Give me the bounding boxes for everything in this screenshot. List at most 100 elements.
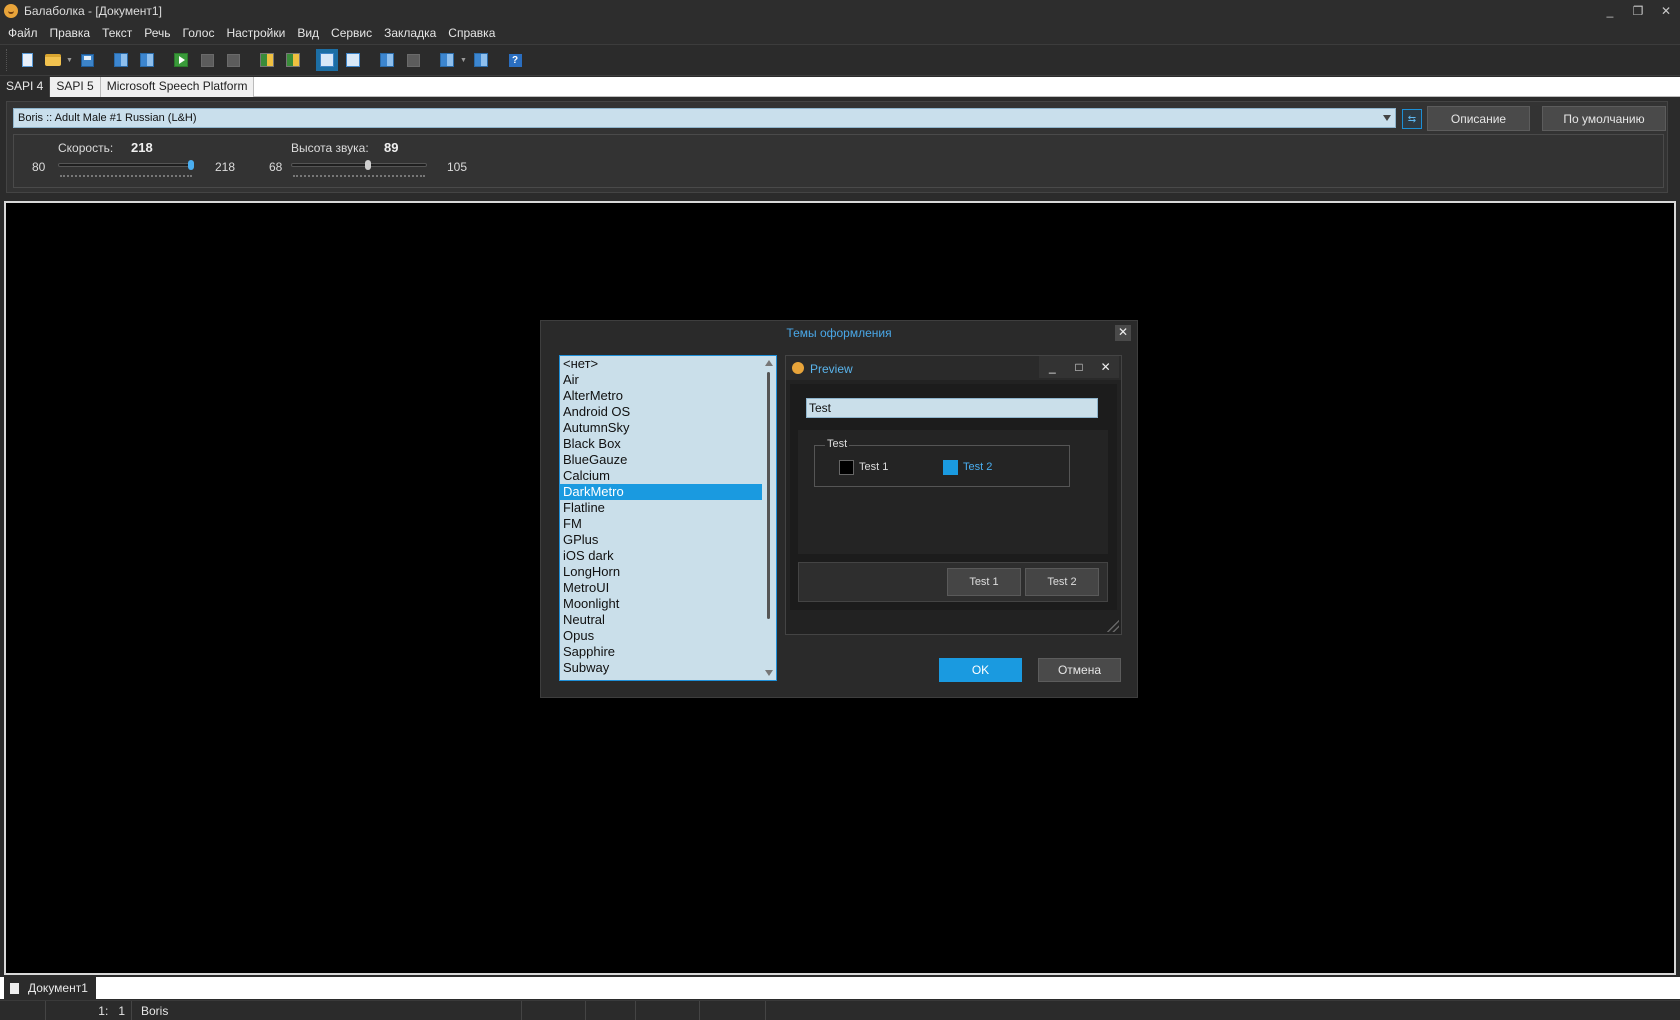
preview-close-icon[interactable]: ✕	[1092, 356, 1119, 378]
theme-list-item[interactable]: Black Box	[560, 436, 762, 452]
minimize-button[interactable]: _	[1596, 0, 1624, 22]
default-button[interactable]: По умолчанию	[1542, 106, 1666, 131]
preview-minimize-icon[interactable]: _	[1039, 356, 1066, 378]
pitch-max: 105	[447, 160, 468, 174]
new-doc-button[interactable]	[16, 49, 38, 71]
stop-button[interactable]	[222, 49, 244, 71]
toolbar-grip[interactable]	[6, 49, 10, 71]
status-cell-3	[636, 1001, 700, 1020]
play-button[interactable]	[170, 49, 192, 71]
theme-list-item[interactable]: FM	[560, 516, 762, 532]
pitch-min: 68	[269, 160, 283, 174]
theme-list[interactable]: <нет> Air AlterMetro Android OS AutumnSky Bla…	[559, 355, 777, 681]
theme-list-item[interactable]: iOS dark	[560, 548, 762, 564]
preview-window: Preview _ □ ✕ Test Test Test 1 Test 2 Te…	[785, 355, 1122, 635]
theme-list-scrollbar[interactable]	[762, 356, 776, 680]
pause-button[interactable]	[196, 49, 218, 71]
pitch-value: 89	[384, 140, 399, 155]
convert-button[interactable]	[402, 49, 424, 71]
menu-help[interactable]: Справка	[442, 22, 501, 44]
read-file-button[interactable]	[282, 49, 304, 71]
preview-button-1[interactable]: Test 1	[947, 568, 1021, 596]
save-audio-button[interactable]	[110, 49, 132, 71]
scroll-down-icon[interactable]	[765, 670, 773, 676]
theme-list-item[interactable]: Flatline	[560, 500, 762, 516]
theme-list-item[interactable]: DarkMetro	[560, 484, 762, 500]
preview-button-2[interactable]: Test 2	[1025, 568, 1099, 596]
pitch-ticks	[293, 175, 425, 177]
preview-maximize-icon[interactable]: □	[1066, 356, 1093, 378]
split-icon	[140, 53, 154, 67]
status-line: 1:	[98, 1004, 109, 1018]
preview-checkbox-1[interactable]	[839, 460, 854, 475]
theme-list-item[interactable]: Calcium	[560, 468, 762, 484]
tab-document1[interactable]: Документ1	[4, 977, 96, 999]
ok-button[interactable]: OK	[939, 658, 1022, 682]
speed-max: 218	[215, 160, 236, 174]
open-button[interactable]	[42, 49, 64, 71]
menu-settings[interactable]: Настройки	[220, 22, 291, 44]
tab-sapi4[interactable]: SAPI 4	[0, 77, 51, 97]
menu-speech[interactable]: Речь	[138, 22, 176, 44]
close-icon[interactable]: ✕	[1115, 325, 1131, 341]
theme-list-item[interactable]: Sapphire	[560, 644, 762, 660]
theme-list-item[interactable]: Air	[560, 372, 762, 388]
tab-sapi5[interactable]: SAPI 5	[50, 77, 101, 97]
describe-button[interactable]: Описание	[1427, 106, 1530, 131]
menu-view[interactable]: Вид	[291, 22, 325, 44]
cancel-button[interactable]: Отмена	[1038, 658, 1121, 682]
theme-list-item[interactable]: Android OS	[560, 404, 762, 420]
theme-list-item[interactable]: GPlus	[560, 532, 762, 548]
theme-list-item[interactable]: Neutral	[560, 612, 762, 628]
link-icon[interactable]: ⇆	[1402, 109, 1422, 129]
menu-edit[interactable]: Правка	[44, 22, 97, 44]
pitch-slider-thumb[interactable]	[365, 160, 372, 170]
restore-button[interactable]: ❐	[1624, 0, 1652, 22]
dictionary-dropdown-arrow[interactable]: ▼	[460, 57, 468, 64]
save-icon	[80, 53, 94, 67]
resize-grip-icon[interactable]	[1107, 620, 1119, 632]
theme-list-item[interactable]: AutumnSky	[560, 420, 762, 436]
theme-list-item[interactable]: LongHorn	[560, 564, 762, 580]
menu-voice[interactable]: Голос	[177, 22, 221, 44]
voice-select[interactable]: Boris :: Adult Male #1 Russian (L&H)	[13, 108, 1396, 128]
theme-list-item[interactable]: MetroUI	[560, 580, 762, 596]
save-button[interactable]	[76, 49, 98, 71]
preview-input[interactable]: Test	[806, 398, 1098, 418]
menu-file[interactable]: Файл	[2, 22, 44, 44]
close-window-button[interactable]: ✕	[1652, 0, 1680, 22]
window-controls: _ ❐ ✕	[1596, 0, 1680, 22]
theme-list-item[interactable]: AlterMetro	[560, 388, 762, 404]
menu-bookmark[interactable]: Закладка	[378, 22, 442, 44]
preview-title: Preview	[810, 362, 853, 376]
compare-button[interactable]	[376, 49, 398, 71]
split-button[interactable]	[136, 49, 158, 71]
menu-text[interactable]: Текст	[96, 22, 138, 44]
read-clipboard-button[interactable]	[256, 49, 278, 71]
speed-slider[interactable]	[58, 163, 194, 167]
book-icon	[474, 53, 488, 67]
open-dropdown-arrow[interactable]: ▼	[66, 57, 74, 64]
status-bar: 1: 1 Boris	[0, 1000, 1680, 1020]
open-folder-icon	[45, 54, 61, 66]
theme-list-item[interactable]: Moonlight	[560, 596, 762, 612]
theme-list-item[interactable]: Opus	[560, 628, 762, 644]
preview-checkbox-2[interactable]	[943, 460, 958, 475]
view-toggle-button[interactable]	[316, 49, 338, 71]
theme-list-item[interactable]: <нет>	[560, 356, 762, 372]
scroll-up-icon[interactable]	[765, 360, 773, 366]
pitch-slider[interactable]	[291, 163, 427, 167]
dictionary-button[interactable]	[436, 49, 458, 71]
sliders-box: Скорость: 218 80 218 Высота звука: 89 68…	[13, 134, 1664, 188]
theme-list-item[interactable]: BlueGauze	[560, 452, 762, 468]
tab-ms-speech-platform[interactable]: Microsoft Speech Platform	[100, 77, 255, 97]
voice-button[interactable]	[342, 49, 364, 71]
book-button[interactable]	[470, 49, 492, 71]
scroll-thumb[interactable]	[767, 372, 770, 619]
theme-list-item[interactable]: Subway	[560, 660, 762, 676]
preview-title-bar: Preview _ □ ✕	[786, 356, 1121, 380]
voice-select-value: Boris :: Adult Male #1 Russian (L&H)	[18, 112, 197, 124]
menu-tools[interactable]: Сервис	[325, 22, 378, 44]
help-button[interactable]: ?	[504, 49, 526, 71]
speed-slider-thumb[interactable]	[188, 160, 194, 170]
